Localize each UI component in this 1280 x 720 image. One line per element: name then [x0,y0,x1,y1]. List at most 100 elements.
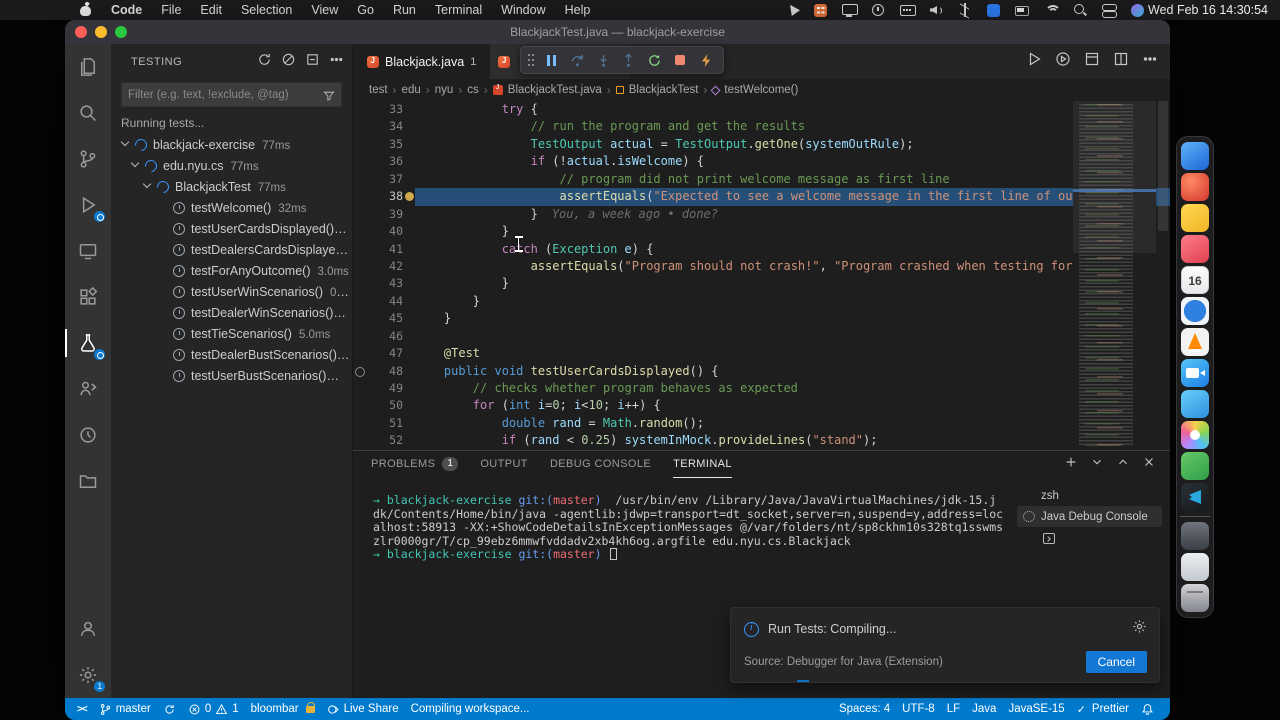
maximize-panel-icon[interactable] [1116,455,1130,474]
status-menu-icon[interactable] [1044,3,1061,17]
run-debug-icon[interactable] [65,182,111,228]
breadcrumb-item[interactable]: test [369,84,388,96]
dock-app-icon[interactable] [1181,483,1209,511]
panel-tab[interactable]: OUTPUT [480,452,528,478]
code-line[interactable]: 51 double rand = Math.random(); [353,415,1170,432]
extensions-icon[interactable] [65,274,111,320]
menu-item[interactable]: Window [501,3,545,17]
encoding-status[interactable]: UTF-8 [896,698,941,720]
menu-item[interactable]: Terminal [435,3,482,17]
menu-item[interactable]: File [161,3,181,17]
dock-app-icon[interactable] [1181,297,1209,325]
collapse-all-icon[interactable] [305,52,320,72]
menu-clock[interactable]: Wed Feb 16 14:30:54 [1148,3,1268,17]
source-control-icon[interactable] [65,136,111,182]
code-line[interactable]: 44 } [353,293,1170,310]
code-line[interactable]: 37 // program did not print welcome mess… [353,171,1170,188]
editor-scrollbar[interactable] [1156,101,1170,450]
test-tree-item[interactable]: testWelcome() 32ms [111,198,352,219]
code-line[interactable]: 48 public void testUserCardsDisplayed() … [353,363,1170,380]
code-line[interactable]: 35 TestOutput actual = TestOutput.getOne… [353,136,1170,153]
language-mode-status[interactable]: Java [966,698,1002,720]
terminal-list-item[interactable]: Java Debug Console [1017,506,1162,527]
code-line[interactable]: 40 } [353,223,1170,240]
gutter-test-icon[interactable] [353,206,367,223]
split-editor-button[interactable] [1113,51,1129,72]
formatter-status[interactable]: ✓ Prettier [1071,698,1135,720]
more-actions-button[interactable] [1142,51,1158,72]
code-line[interactable]: 33 try { [353,101,1170,118]
code-line[interactable]: 43 } [353,275,1170,292]
refresh-tests-icon[interactable] [257,52,272,72]
tab-blackjack-java[interactable]: Blackjack.java 1 [353,44,491,79]
live-share-button[interactable]: Live Share [321,698,405,720]
code-line[interactable]: 39 } You, a week ago • done? [353,206,1170,223]
stop-icon[interactable] [670,49,692,71]
app-menu[interactable]: Code [111,3,142,17]
java-runtime-status[interactable]: JavaSE-15 [1002,698,1070,720]
status-menu-icon[interactable] [929,3,943,17]
breadcrumb-item[interactable]: nyu [435,84,454,96]
test-tree-item[interactable]: testDealerBustScenarios()1… [111,345,352,366]
code-line[interactable]: 49 // checks whether program behaves as … [353,380,1170,397]
layout-icon[interactable] [1084,51,1100,72]
test-tree-item[interactable]: testTieScenarios() 5.0ms [111,324,352,345]
breadcrumb-item[interactable]: testWelcome() [724,84,798,96]
gutter-test-icon[interactable] [353,101,367,118]
gutter-test-icon[interactable] [353,345,367,362]
restart-icon[interactable] [644,49,666,71]
terminal-list-item[interactable]: zsh [1017,485,1162,544]
live-share-icon[interactable] [65,366,111,412]
dock-app-icon[interactable] [1181,522,1209,550]
test-filter-input[interactable] [128,88,323,101]
pause-icon[interactable] [541,49,563,71]
status-menu-icon[interactable] [842,3,858,17]
gutter-test-icon[interactable] [353,188,367,205]
run-button[interactable] [1026,51,1042,72]
code-line[interactable]: 52 if (rand < 0.25) systemInMock.provide… [353,432,1170,449]
minimap[interactable] [1073,101,1156,450]
test-tree-item[interactable]: testDealersCardsDisplayed()0… [111,240,352,261]
debug-run-button[interactable] [1055,51,1071,72]
close-panel-icon[interactable] [1142,455,1156,474]
gutter-test-icon[interactable] [353,153,367,170]
hot-code-replace-icon[interactable] [695,49,717,71]
menu-item[interactable]: View [311,3,338,17]
notifications-bell-icon[interactable] [1135,698,1160,720]
code-line[interactable]: 45 } [353,310,1170,327]
problems-status[interactable]: 0 1 [182,698,245,720]
minimap-slider[interactable] [1073,101,1156,253]
status-menu-icon[interactable] [1015,3,1029,17]
status-menu-icon[interactable] [1073,3,1087,17]
gutter-test-icon[interactable] [353,136,367,153]
more-actions-icon[interactable] [329,52,344,72]
terminal-dropdown-icon[interactable] [1090,455,1104,474]
menu-item[interactable]: Selection [241,3,292,17]
drag-handle-icon[interactable] [527,53,535,67]
test-tree-item[interactable]: testUserCardsDisplayed()2… [111,219,352,240]
search-icon[interactable] [65,90,111,136]
gutter-test-icon[interactable] [353,432,367,449]
test-tree-item[interactable]: testDealerWinScenarios()0… [111,303,352,324]
gutter-test-icon[interactable] [353,328,367,345]
step-over-icon[interactable] [567,49,589,71]
code-editor[interactable]: 33 try { 34 // run the program and get t… [353,101,1170,450]
dock-app-icon[interactable] [1181,553,1209,581]
breadcrumb-item[interactable]: cs [467,84,479,96]
indentation-status[interactable]: Spaces: 4 [833,698,896,720]
history-icon[interactable] [65,412,111,458]
gutter-test-icon[interactable] [353,223,367,240]
gutter-test-icon[interactable] [353,275,367,292]
cancel-button[interactable]: Cancel [1085,651,1147,673]
code-line[interactable]: 38 assertEquals("Expected to see a welco… [353,188,1170,206]
filter-icon[interactable] [323,89,335,101]
eol-status[interactable]: LF [941,698,966,720]
remote-explorer-icon[interactable] [65,228,111,274]
code-line[interactable]: 50 for (int i=0; i<10; i++) { [353,397,1170,414]
test-tree-item[interactable]: testUserWinScenarios() 0.0… [111,282,352,303]
sync-button[interactable] [157,698,182,720]
dock-app-icon[interactable] [1181,204,1209,232]
status-menu-icon[interactable] [900,3,916,17]
code-line[interactable]: 41 catch (Exception e) { [353,241,1170,258]
menu-item[interactable]: Run [393,3,416,17]
